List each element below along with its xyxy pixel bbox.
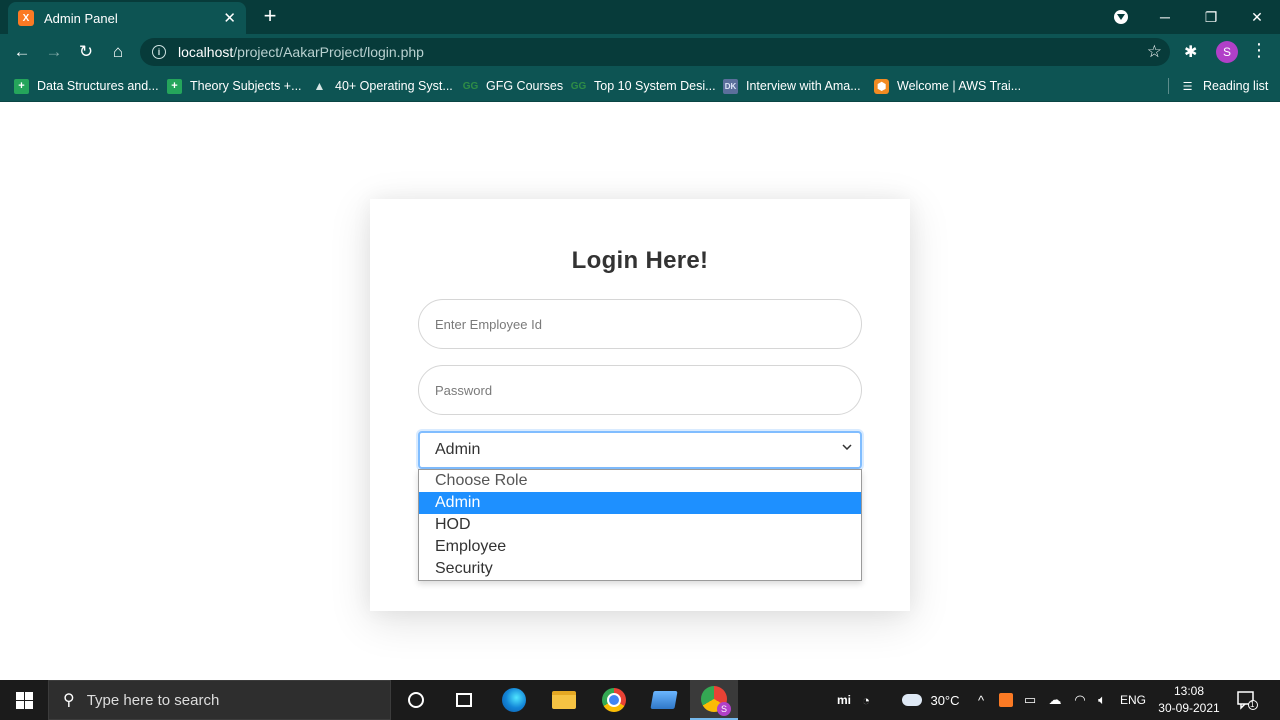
role-option-admin[interactable]: Admin <box>419 492 861 514</box>
bookmark-star-icon[interactable]: ☆ <box>1147 42 1162 62</box>
sync-icon[interactable]: ◔ <box>856 680 876 720</box>
mi-icon[interactable]: mi <box>834 680 854 720</box>
bookmark-item[interactable]: ⬢ Welcome | AWS Trai... <box>874 76 1021 96</box>
bookmark-item[interactable]: GG GFG Courses <box>463 76 563 96</box>
bookmark-item[interactable]: + Theory Subjects +... <box>167 76 302 96</box>
login-card: Login Here! Admin Choose Role Admin HOD … <box>370 199 910 611</box>
site-info-icon[interactable]: i <box>152 45 166 59</box>
bookmarks-divider <box>1168 78 1169 94</box>
page-content: Login Here! Admin Choose Role Admin HOD … <box>0 103 1280 680</box>
windows-taskbar: ⚲ Type here to search mi ◔ 30°C ^ ▭ ☁ ◠ … <box>0 680 1280 720</box>
bookmark-label: Data Structures and... <box>37 79 159 93</box>
google-sheets-icon: + <box>14 78 29 94</box>
address-bar[interactable]: i localhost/project/AakarProject/login.p… <box>140 38 1170 66</box>
back-arrow-icon[interactable]: ← <box>10 40 34 64</box>
xampp-tray-icon[interactable] <box>996 680 1016 720</box>
browser-toolbar: ← → ↻ ⌂ i localhost/project/AakarProject… <box>0 34 1280 70</box>
clock-time: 13:08 <box>1173 684 1205 698</box>
minimize-icon[interactable]: ─ <box>1142 0 1188 34</box>
tab-title: Admin Panel <box>44 10 118 26</box>
employee-id-input[interactable] <box>418 299 862 349</box>
gfg-icon: GG <box>462 80 479 92</box>
chevron-up-icon[interactable]: ^ <box>972 680 990 720</box>
battery-icon[interactable]: ▭ <box>1020 680 1040 720</box>
gfg-icon: GG <box>570 80 587 92</box>
cortana-icon[interactable] <box>392 680 440 720</box>
bookmark-item[interactable]: + Data Structures and... <box>14 76 159 96</box>
reload-icon[interactable]: ↻ <box>74 40 98 64</box>
wifi-icon[interactable]: ◠ <box>1070 680 1090 720</box>
tab-admin-panel[interactable]: X Admin Panel ✕ <box>8 2 246 34</box>
windows-logo-icon <box>15 691 33 709</box>
onedrive-icon[interactable]: ☁ <box>1044 680 1066 720</box>
mountain-icon: ▲ <box>313 79 326 93</box>
reading-list-label: Reading list <box>1203 79 1269 93</box>
role-option-hod[interactable]: HOD <box>419 514 861 536</box>
xampp-favicon-icon: X <box>18 10 34 26</box>
weather-temp: 30°C <box>930 692 960 708</box>
google-sheets-icon: + <box>167 78 182 94</box>
extensions-puzzle-icon[interactable]: ✱ <box>1184 42 1197 62</box>
chrome-icon[interactable] <box>590 680 638 720</box>
role-option-security[interactable]: Security <box>419 558 861 580</box>
bookmark-label: Top 10 System Desi... <box>594 79 716 93</box>
profile-avatar[interactable]: S <box>1216 41 1238 63</box>
clock-date: 30-09-2021 <box>1158 701 1220 715</box>
tab-strip: X Admin Panel ✕ + ─ ❐ ✕ <box>0 0 1280 34</box>
restore-icon[interactable]: ❐ <box>1188 0 1234 34</box>
aws-icon: ⬢ <box>874 78 889 94</box>
bookmark-item[interactable]: ▲ 40+ Operating Syst... <box>312 76 453 96</box>
tab-search-icon[interactable] <box>1114 10 1128 24</box>
bookmark-item[interactable]: DK Interview with Ama... <box>723 76 861 96</box>
language-indicator[interactable]: ENG <box>1118 680 1148 720</box>
forward-arrow-icon[interactable]: → <box>42 40 66 64</box>
task-view-icon[interactable] <box>440 680 488 720</box>
taskbar-search-placeholder: Type here to search <box>86 691 220 709</box>
reading-list-icon: ☰ <box>1182 80 1193 93</box>
laptop-app-icon[interactable] <box>640 680 688 720</box>
role-option-choose[interactable]: Choose Role <box>419 470 861 492</box>
bookmarks-bar: + Data Structures and... + Theory Subjec… <box>0 70 1280 102</box>
role-select-value: Admin <box>435 441 481 458</box>
role-option-employee[interactable]: Employee <box>419 536 861 558</box>
role-select[interactable]: Admin <box>418 431 862 469</box>
tab-close-icon[interactable]: ✕ <box>223 9 236 27</box>
role-dropdown-list: Choose Role Admin HOD Employee Security <box>418 469 862 581</box>
bookmark-item[interactable]: GG Top 10 System Desi... <box>571 76 716 96</box>
volume-icon[interactable]: 🔈︎ <box>1092 680 1112 720</box>
edge-icon[interactable] <box>490 680 538 720</box>
weather-widget[interactable]: 30°C <box>898 680 964 720</box>
notification-icon[interactable]: 1 <box>1236 690 1258 710</box>
bookmark-label: 40+ Operating Syst... <box>335 79 453 93</box>
dk-icon: DK <box>723 78 738 94</box>
taskbar-search-box[interactable]: ⚲ Type here to search <box>48 680 391 720</box>
bookmark-label: Welcome | AWS Trai... <box>897 79 1022 93</box>
browser-menu-icon[interactable]: ⋮ <box>1250 40 1268 61</box>
start-button[interactable] <box>0 680 48 720</box>
bookmark-label: GFG Courses <box>486 79 564 93</box>
close-window-icon[interactable]: ✕ <box>1234 0 1280 34</box>
file-explorer-icon[interactable] <box>540 680 588 720</box>
notification-count: 1 <box>1250 700 1255 709</box>
chrome-profile-icon[interactable] <box>690 680 738 720</box>
taskbar-clock[interactable]: 13:08 30-09-2021 <box>1156 683 1222 717</box>
login-title: Login Here! <box>571 247 709 274</box>
cloud-icon <box>902 694 923 706</box>
bookmark-label: Theory Subjects +... <box>190 79 302 93</box>
chevron-down-icon <box>842 442 852 453</box>
url-text: localhost/project/AakarProject/login.php <box>178 44 424 60</box>
password-input[interactable] <box>418 365 862 415</box>
home-icon[interactable]: ⌂ <box>106 40 130 64</box>
search-icon: ⚲ <box>63 692 75 709</box>
bookmark-label: Interview with Ama... <box>746 79 861 93</box>
new-tab-icon[interactable]: + <box>258 4 282 28</box>
reading-list-button[interactable]: ☰ Reading list <box>1180 76 1269 96</box>
